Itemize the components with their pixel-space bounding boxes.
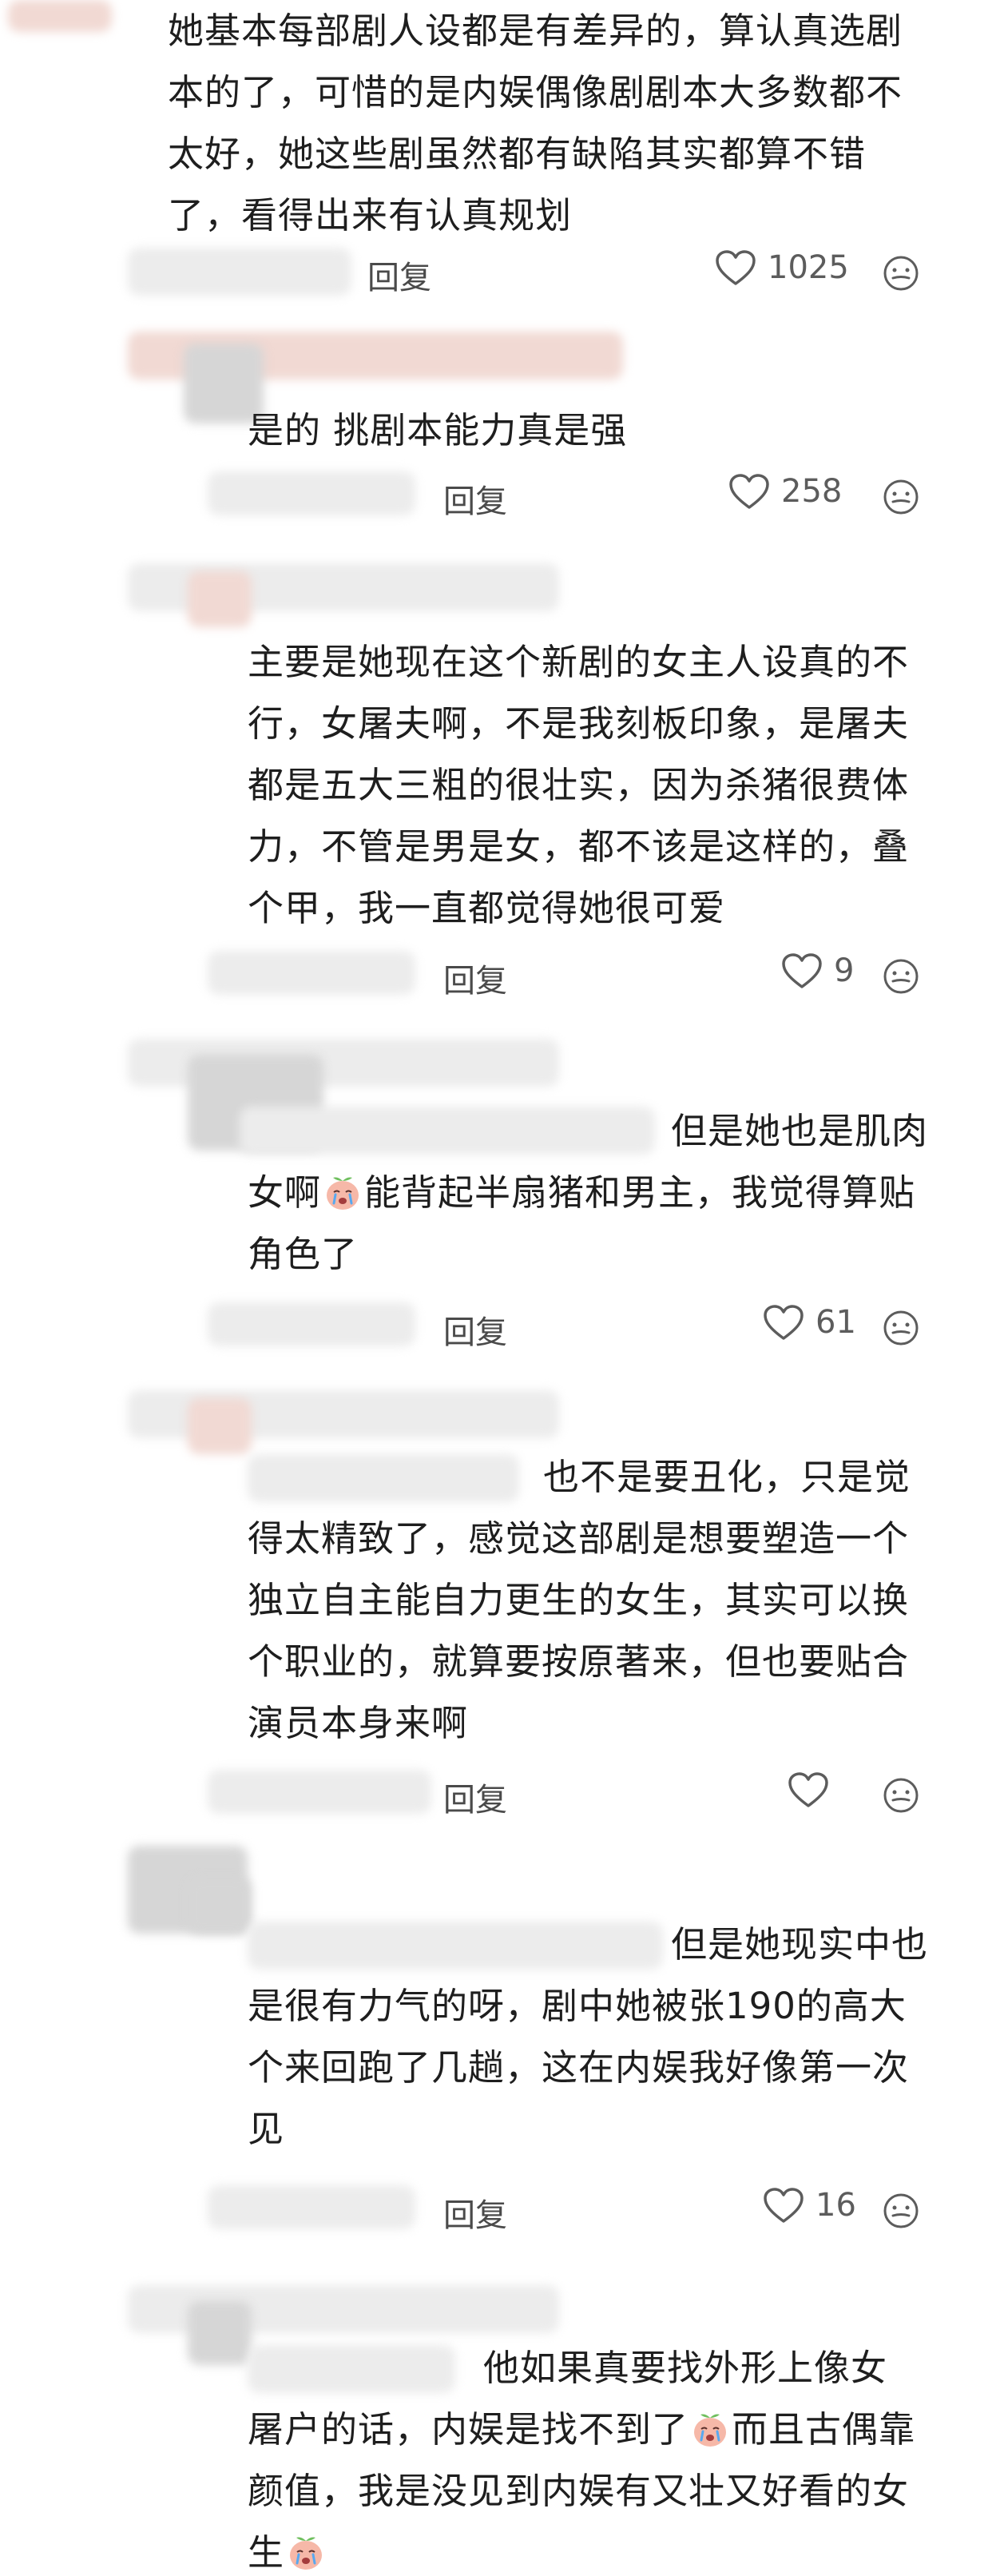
text-segment: 而且古偶靠 xyxy=(732,2408,916,2451)
timestamp-blur xyxy=(128,248,351,296)
like-count: 16 xyxy=(815,2187,856,2224)
comment-1-text: 她基本每部剧人设都是有差异的，算认真选剧 本的了，可惜的是内娱偶像剧剧本大多数都… xyxy=(168,0,966,246)
avatar-blur xyxy=(8,0,112,32)
text-line: 但是她也是肌肉 xyxy=(671,1110,929,1152)
like-count: 258 xyxy=(781,473,843,510)
text-line: 屠户的话，内娱是找不到了 而且古偶靠 xyxy=(248,2399,966,2460)
crying-peach-emoji xyxy=(290,2537,323,2570)
avatar-blur xyxy=(188,1878,252,1934)
like-count: 9 xyxy=(834,952,855,989)
text-line: 演员本身来啊 xyxy=(248,1702,469,1744)
text-line: 是很有力气的呀，剧中她被张190的高大 xyxy=(248,1985,907,2027)
like-count: 61 xyxy=(815,1304,856,1341)
text-line: 是的 挑剧本能力真是强 xyxy=(248,409,628,451)
text-line: 个职业的，就算要按原著来，但也要贴合 xyxy=(248,1640,910,1683)
text-line: 个来回跑了几趟，这在内娱我好像第一次 xyxy=(248,2046,910,2089)
comment-3-text: 主要是她现在这个新剧的女主人设真的不 行，女屠夫啊，不是我刻板印象，是屠夫 都是… xyxy=(248,631,966,939)
crying-peach-emoji xyxy=(327,1177,359,1210)
text-line: 独立自主能自力更生的女生，其实可以换 xyxy=(248,1579,910,1621)
more-options-icon[interactable] xyxy=(882,1776,920,1815)
reply-button[interactable]: 回复 xyxy=(443,955,507,1001)
crying-peach-emoji xyxy=(694,2414,727,2447)
more-options-icon[interactable] xyxy=(882,254,920,292)
text-segment: 女啊 xyxy=(248,1171,322,1214)
text-segment: 生 xyxy=(248,2531,285,2574)
text-segment: 屠户的话，内娱是找不到了 xyxy=(248,2408,689,2451)
text-line: 但是她现实中也 xyxy=(671,1923,929,1966)
text-line: 了，看得出来有认真规划 xyxy=(168,194,573,237)
text-line: 他如果真要找外形上像女 xyxy=(483,2347,888,2389)
timestamp-blur xyxy=(208,2185,415,2229)
text-line: 见 xyxy=(248,2108,285,2150)
comment-4-text: 但是她也是肌肉 女啊 能背起半扇猪和男主，我觉得算贴 角色了 xyxy=(248,1100,966,1285)
like-button[interactable]: 258 xyxy=(728,473,842,510)
text-line: 也不是要丑化，只是觉 xyxy=(543,1456,911,1498)
like-count: 1025 xyxy=(768,249,849,286)
avatar-blur xyxy=(188,1398,252,1454)
heart-outline-icon xyxy=(764,2188,804,2223)
more-options-icon[interactable] xyxy=(882,1309,920,1347)
more-options-icon[interactable] xyxy=(882,478,920,516)
text-line: 女啊 能背起半扇猪和男主，我觉得算贴 xyxy=(248,1162,966,1223)
like-button[interactable]: 61 xyxy=(763,1304,856,1341)
heart-outline-icon xyxy=(716,250,756,285)
reply-button[interactable]: 回复 xyxy=(367,252,431,298)
like-button[interactable]: 16 xyxy=(763,2187,856,2224)
heart-outline-icon xyxy=(764,1305,804,1340)
like-button[interactable] xyxy=(788,1771,840,1808)
comment-5-text: 也不是要丑化，只是觉 得太精致了，感觉这部剧是想要塑造一个 独立自主能自力更生的… xyxy=(248,1446,966,1754)
like-button[interactable]: 9 xyxy=(781,952,854,989)
timestamp-blur xyxy=(208,951,415,995)
timestamp-blur xyxy=(208,471,415,515)
avatar-blur xyxy=(188,2301,252,2365)
text-line: 她基本每部剧人设都是有差异的，算认真选剧 xyxy=(168,10,903,52)
comment-7-text: 他如果真要找外形上像女 屠户的话，内娱是找不到了 而且古偶靠 颜值，我是没见到内娱… xyxy=(248,2337,966,2576)
avatar-blur xyxy=(188,571,252,627)
heart-outline-icon xyxy=(729,474,769,509)
more-options-icon[interactable] xyxy=(882,957,920,996)
reply-button[interactable]: 回复 xyxy=(443,1774,507,1820)
heart-outline-icon xyxy=(782,953,822,988)
text-line: 主要是她现在这个新剧的女主人设真的不 xyxy=(248,641,910,683)
text-line: 本的了，可惜的是内娱偶像剧剧本大多数都不 xyxy=(168,71,903,113)
text-line: 力，不管是男是女，都不该是这样的，叠 xyxy=(248,825,910,868)
text-line: 都是五大三粗的很壮实，因为杀猪很费体 xyxy=(248,764,910,806)
text-line: 太好，她这些剧虽然都有缺陷其实都算不错 xyxy=(168,133,867,175)
text-line: 角色了 xyxy=(248,1233,359,1275)
timestamp-blur xyxy=(208,1302,415,1346)
text-line: 个甲，我一直都觉得她很可爱 xyxy=(248,887,726,929)
comment-6-text: 但是她现实中也 是很有力气的呀，剧中她被张190的高大 个来回跑了几趟，这在内娱… xyxy=(248,1914,966,2160)
text-line: 得太精致了，感觉这部剧是想要塑造一个 xyxy=(248,1517,910,1560)
reply-button[interactable]: 回复 xyxy=(443,2189,507,2236)
heart-outline-icon xyxy=(788,1772,828,1807)
more-options-icon[interactable] xyxy=(882,2192,920,2230)
like-button[interactable]: 1025 xyxy=(715,249,849,286)
text-line: 行，女屠夫啊，不是我刻板印象，是屠夫 xyxy=(248,702,910,745)
reply-button[interactable]: 回复 xyxy=(443,1306,507,1353)
text-line: 颜值，我是没见到内娱有又壮又好看的女 xyxy=(248,2470,910,2512)
timestamp-blur xyxy=(208,1770,431,1814)
text-segment: 能背起半扇猪和男主，我觉得算贴 xyxy=(364,1171,916,1214)
reply-button[interactable]: 回复 xyxy=(443,475,507,522)
text-line: 生 xyxy=(248,2522,966,2576)
comment-2-text: 是的 挑剧本能力真是强 xyxy=(248,400,966,461)
